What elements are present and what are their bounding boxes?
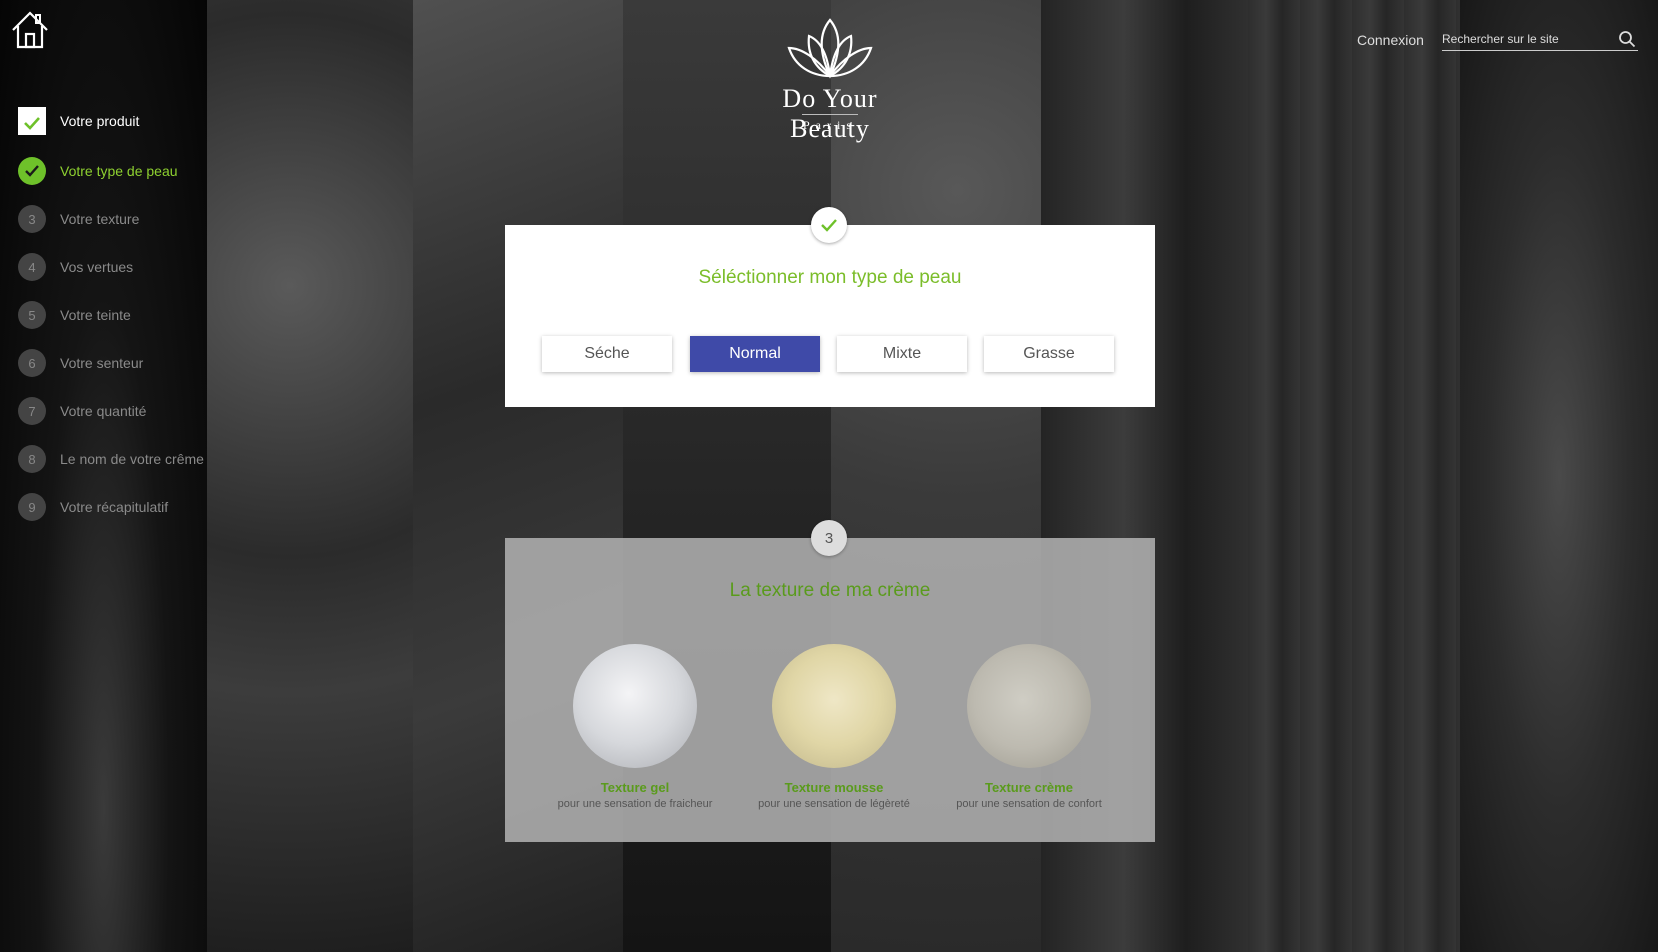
step-number: 8 [18,445,46,473]
sidebar: Votre produit Votre type de peau 3 Votre… [0,0,207,952]
skin-type-card: Séléctionner mon type de peau Séche Norm… [505,225,1155,407]
step-label: Votre senteur [60,355,144,371]
home-button[interactable] [10,10,50,50]
step-item-produit[interactable]: Votre produit [18,106,218,136]
texture-option-gel[interactable]: Texture gel pour une sensation de fraich… [535,644,735,810]
step-label: Votre type de peau [60,163,178,179]
home-icon [12,11,48,49]
texture-description: pour une sensation de confort [956,798,1102,810]
step-number: 3 [18,205,46,233]
texture-mousse-image [772,644,896,768]
search-box [1442,28,1638,51]
texture-description: pour une sensation de fraicheur [557,798,713,810]
step-label: Votre récapitulatif [60,499,169,515]
texture-name: Texture crème [985,780,1073,795]
completed-step-badge [811,207,847,243]
check-icon [821,219,837,232]
texture-option-creme[interactable]: Texture crème pour une sensation de conf… [929,644,1129,810]
skin-type-title: Séléctionner mon type de peau [698,267,962,288]
texture-gel-image [573,644,697,768]
step-item-teinte[interactable]: 5 Votre teinte [18,300,218,330]
texture-option-mousse[interactable]: Texture mousse pour une sensation de lég… [734,644,934,810]
logo-divider [802,114,858,115]
step-label: Le nom de votre crême [60,451,204,467]
step-label: Votre texture [60,211,140,227]
step-number: 4 [18,253,46,281]
login-link[interactable]: Connexion [1357,32,1424,48]
brand-logo[interactable]: Do Your Beauty Paris [740,18,920,143]
lotus-icon [787,18,873,79]
step-number: 5 [18,301,46,329]
brand-city: Paris [803,118,857,132]
bg-panel-wood [1248,0,1460,952]
step-label: Vos vertues [60,259,134,275]
check-circle-icon [18,157,46,185]
texture-title: La texture de ma crème [729,580,931,601]
bg-panel-rose [207,0,413,952]
skin-option-mixte[interactable]: Mixte [837,336,967,372]
step-item-texture[interactable]: 3 Votre texture [18,204,218,234]
step-label: Votre quantité [60,403,147,419]
texture-name: Texture mousse [784,780,884,795]
skin-option-grasse[interactable]: Grasse [984,336,1114,372]
step-number: 9 [18,493,46,521]
step-number: 7 [18,397,46,425]
step-label: Votre teinte [60,307,131,323]
step-item-senteur[interactable]: 6 Votre senteur [18,348,218,378]
texture-description: pour une sensation de légèreté [758,798,910,810]
step-item-quantite[interactable]: 7 Votre quantité [18,396,218,426]
step-label: Votre produit [60,113,140,129]
bg-panel-cloth [1460,0,1658,952]
skin-option-seche[interactable]: Séche [542,336,672,372]
step-number: 6 [18,349,46,377]
step-item-type-de-peau[interactable]: Votre type de peau [18,156,218,186]
texture-creme-image [967,644,1091,768]
step-item-nom[interactable]: 8 Le nom de votre crême [18,444,218,474]
texture-name: Texture gel [600,780,670,795]
completed-box-icon [18,107,46,135]
step-item-vertues[interactable]: 4 Vos vertues [18,252,218,282]
step-item-recapitulatif[interactable]: 9 Votre récapitulatif [18,492,218,522]
search-icon[interactable] [1618,30,1636,48]
skin-option-normal[interactable]: Normal [690,336,820,372]
step-number-badge: 3 [811,520,847,556]
texture-card: La texture de ma crème Texture gel pour … [505,538,1155,842]
search-input[interactable] [1442,28,1612,50]
